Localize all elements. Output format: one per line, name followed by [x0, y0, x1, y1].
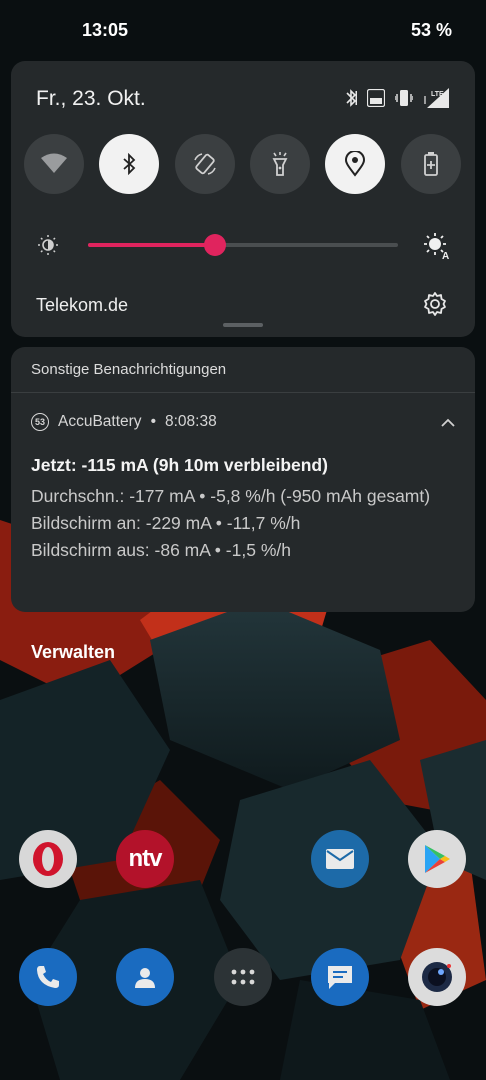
settings-gear-icon[interactable] — [422, 291, 448, 322]
notification-section-title: Sonstige Benachrichtigungen — [31, 361, 227, 378]
status-time: 13:05 — [82, 20, 129, 40]
notification-title: Jetzt: -115 mA (9h 10m verbleibend) — [31, 455, 328, 475]
notification-line: Bildschirm an: -229 mA • -11,7 %/h — [31, 513, 301, 533]
brightness-low-icon — [37, 234, 59, 261]
quick-settings-panel: Fr., 23. Okt. LTE A Telekom.de — [11, 61, 475, 337]
notification-time: 8:08:38 — [165, 413, 217, 430]
notification-line: Durchschn.: -177 mA • -5,8 %/h (-950 mAh… — [31, 486, 431, 506]
svg-text:A: A — [442, 251, 449, 260]
app-drawer-icon — [231, 969, 255, 985]
app-messages[interactable] — [311, 948, 369, 1006]
app-contacts[interactable] — [116, 948, 174, 1006]
lte-signal-icon: LTE — [423, 88, 449, 108]
app-opera[interactable] — [19, 830, 77, 888]
brightness-thumb[interactable] — [204, 234, 227, 256]
wifi-icon — [41, 153, 67, 173]
battery-saver-icon — [424, 152, 438, 176]
qs-expand-handle[interactable] — [223, 323, 263, 327]
qs-status-icons: LTE — [345, 88, 449, 108]
tile-flashlight[interactable] — [250, 134, 310, 194]
auto-brightness-icon[interactable]: A — [423, 232, 451, 265]
tile-auto-rotate[interactable] — [175, 134, 235, 194]
qs-date[interactable]: Fr., 23. Okt. — [36, 87, 146, 111]
tile-location[interactable] — [325, 134, 385, 194]
notification-line: Bildschirm aus: -86 mA • -1,5 %/h — [31, 540, 291, 560]
app-email[interactable] — [311, 830, 369, 888]
bluetooth-icon — [123, 153, 136, 175]
separator-dot: • — [150, 413, 156, 430]
notification-header: 53 AccuBattery • 8:08:38 — [31, 413, 217, 431]
mail-icon — [326, 849, 354, 869]
bluetooth-icon — [345, 88, 357, 108]
app-ntv[interactable]: ntv — [116, 830, 174, 888]
location-icon — [344, 151, 366, 177]
vibrate-icon — [395, 88, 413, 108]
app-phone[interactable] — [19, 948, 77, 1006]
messages-icon — [328, 966, 352, 989]
notification-card[interactable]: Sonstige Benachrichtigungen 53 AccuBatte… — [11, 347, 475, 612]
brightness-slider[interactable] — [88, 234, 398, 256]
camera-icon — [422, 962, 452, 992]
app-camera[interactable] — [408, 948, 466, 1006]
app-play-store[interactable] — [408, 830, 466, 888]
chevron-up-icon[interactable] — [441, 415, 455, 433]
flashlight-icon — [272, 152, 288, 176]
notification-app-name: AccuBattery — [58, 413, 142, 430]
contacts-icon — [135, 968, 155, 988]
tile-battery-saver[interactable] — [401, 134, 461, 194]
ntv-icon: ntv — [128, 845, 163, 872]
opera-icon — [33, 842, 63, 876]
carrier-name: Telekom.de — [36, 295, 129, 315]
brightness-fill — [88, 243, 216, 247]
notification-body: Durchschn.: -177 mA • -5,8 %/h (-950 mAh… — [31, 483, 441, 564]
tile-wifi[interactable] — [24, 134, 84, 194]
manage-button[interactable]: Verwalten — [31, 642, 115, 663]
app-drawer[interactable] — [214, 948, 272, 1006]
rotate-icon — [194, 153, 216, 175]
accubattery-icon: 53 — [31, 413, 49, 431]
tile-bluetooth[interactable] — [99, 134, 159, 194]
battery-percentage: 53 % — [410, 20, 452, 40]
volte-icon — [367, 89, 385, 107]
play-store-icon — [425, 845, 450, 873]
phone-icon — [37, 966, 59, 988]
lte-label: LTE — [431, 91, 444, 98]
divider — [11, 392, 475, 393]
